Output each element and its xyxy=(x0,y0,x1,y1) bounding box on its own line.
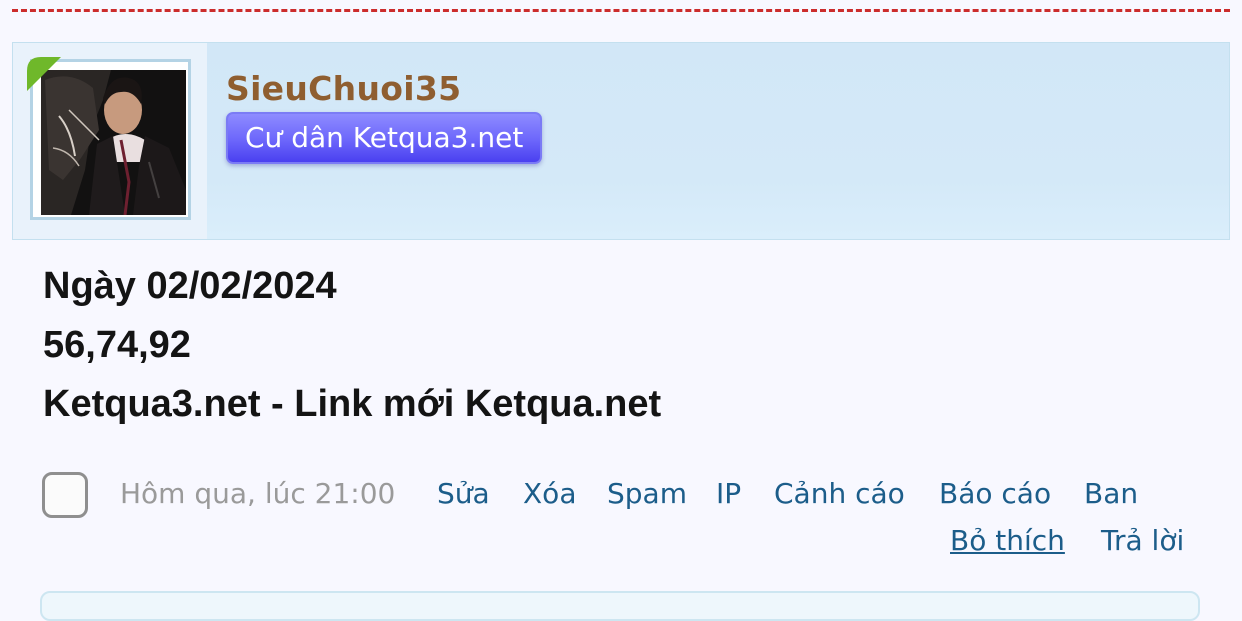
edit-link[interactable]: Sửa xyxy=(437,474,490,514)
next-post-container xyxy=(40,591,1200,621)
ip-link[interactable]: IP xyxy=(716,474,741,514)
warn-link[interactable]: Cảnh cáo xyxy=(774,474,905,514)
avatar-image[interactable] xyxy=(41,70,186,215)
user-title-badge: Cư dân Ketqua3.net xyxy=(226,112,543,164)
delete-link[interactable]: Xóa xyxy=(523,474,576,514)
message-line-site: Ketqua3.net - Link mới Ketqua.net xyxy=(43,383,662,425)
unlike-link[interactable]: Bỏ thích xyxy=(950,521,1065,561)
message-content: Ngày 02/02/2024 56,74,92 Ketqua3.net - L… xyxy=(43,260,661,437)
online-indicator-icon xyxy=(27,57,61,91)
spam-link[interactable]: Spam xyxy=(607,474,687,514)
report-link[interactable]: Báo cáo xyxy=(939,474,1051,514)
message-line-date: Ngày 02/02/2024 xyxy=(43,265,337,307)
post-timestamp[interactable]: Hôm qua, lúc 21:00 xyxy=(120,474,395,514)
post-separator xyxy=(12,9,1230,12)
username[interactable]: SieuChuoi35 xyxy=(226,69,461,109)
ban-link[interactable]: Ban xyxy=(1084,474,1138,514)
post-user-info: SieuChuoi35 Cư dân Ketqua3.net xyxy=(12,42,1230,240)
select-post-checkbox[interactable] xyxy=(42,472,88,518)
avatar-cell xyxy=(13,43,207,239)
reply-link[interactable]: Trả lời xyxy=(1101,521,1184,561)
message-line-numbers: 56,74,92 xyxy=(43,324,191,366)
